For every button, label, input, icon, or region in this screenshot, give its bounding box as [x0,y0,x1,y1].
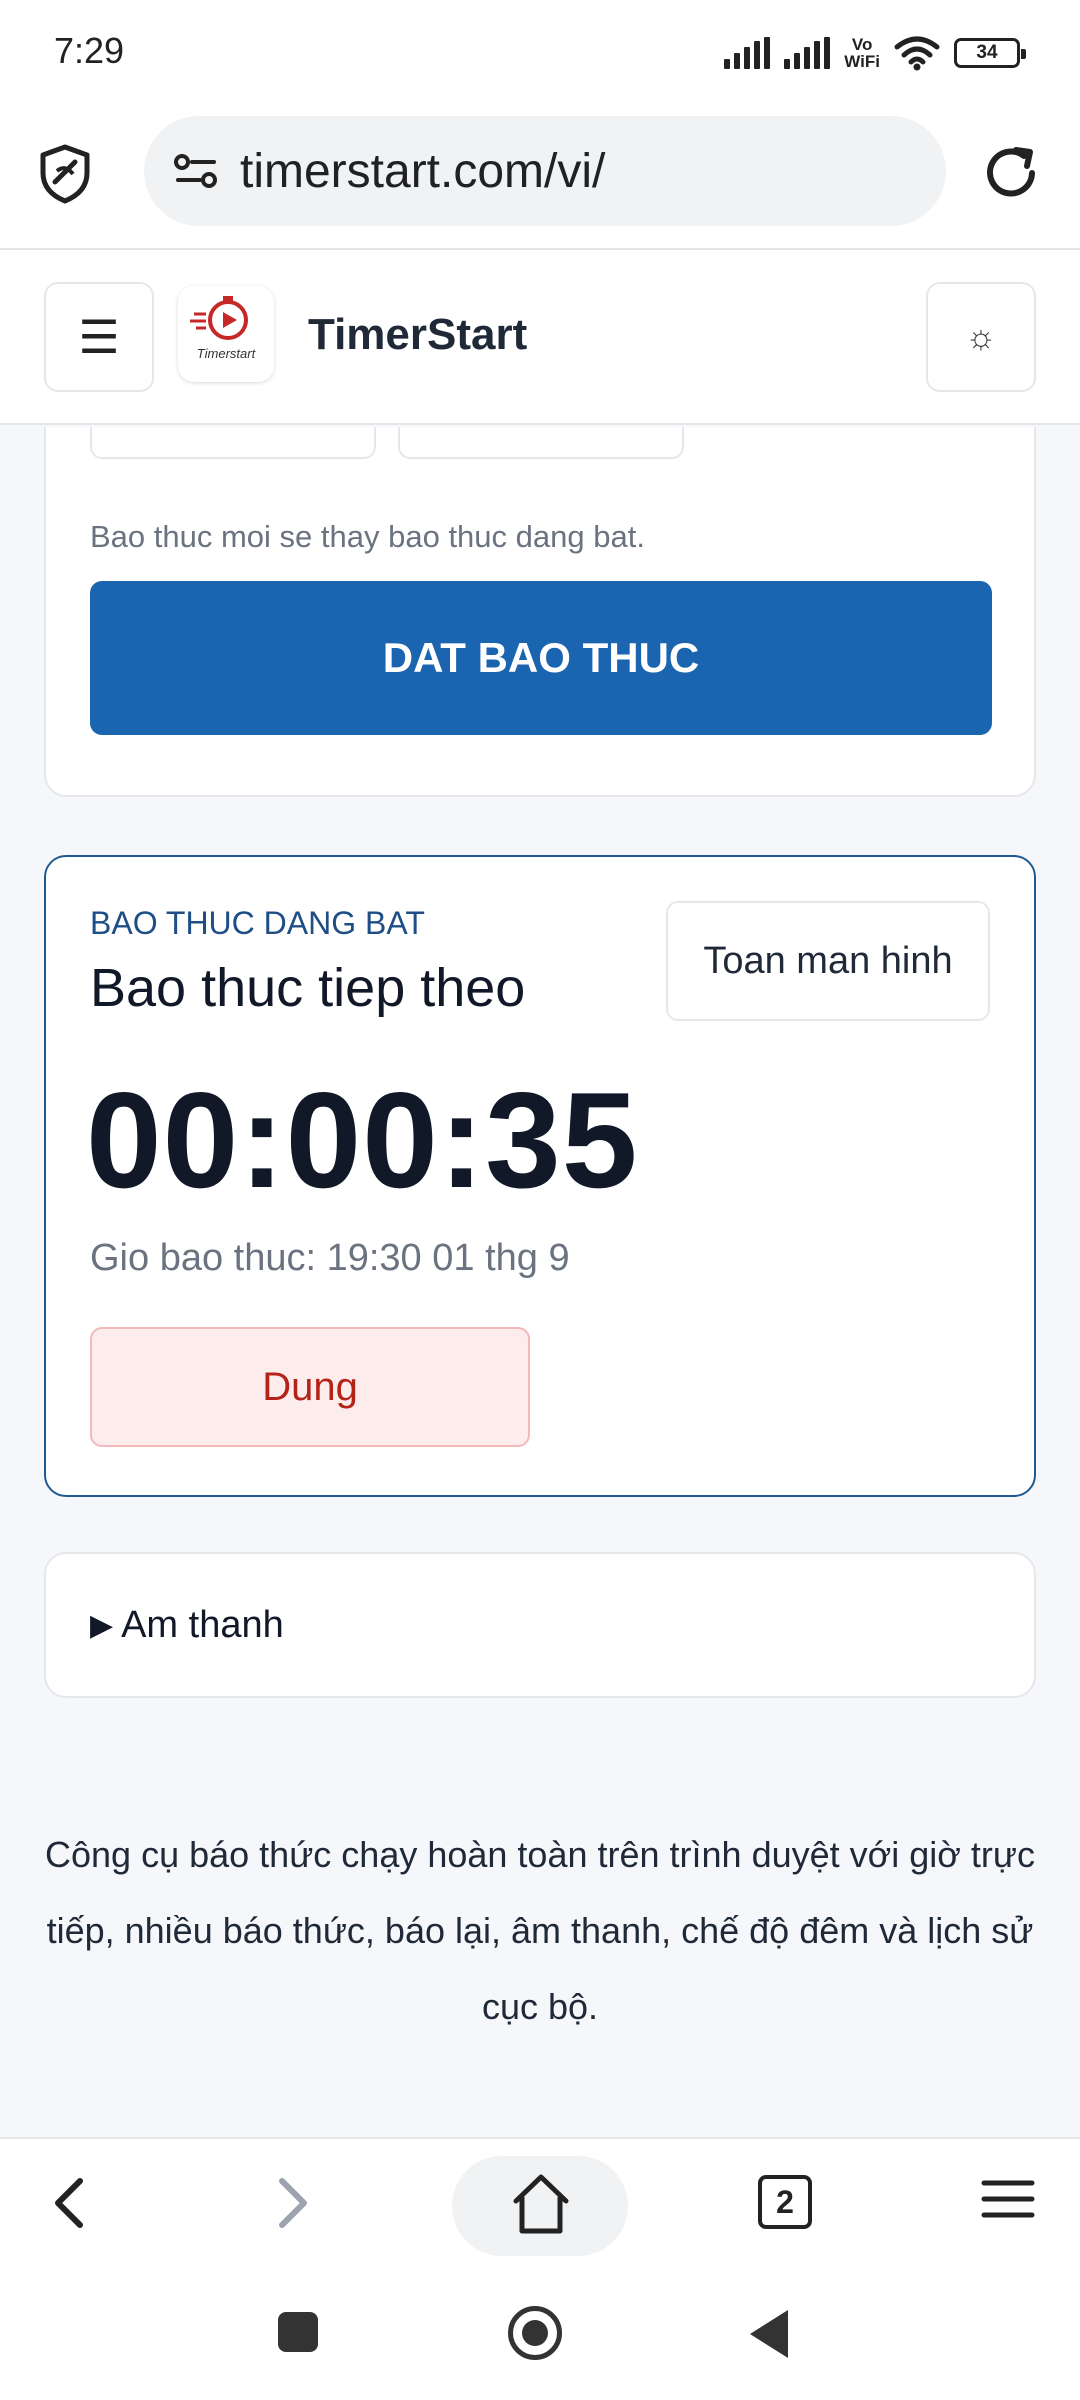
browser-menu-icon[interactable] [980,2177,1036,2221]
tabs-count-button[interactable]: 2 [758,2175,812,2229]
sound-section-label: Am thanh [121,1603,284,1646]
alarm-time-text: Gio bao thuc: 19:30 01 thg 9 [90,1237,570,1279]
browser-bottom-nav: 2 [0,2137,1080,2270]
page-content: Bao thuc moi se thay bao thuc dang bat. … [0,427,1080,2137]
vowifi-icon: Vo WiFi [844,35,880,71]
replace-alarm-note: Bao thuc moi se thay bao thuc dang bat. [90,519,645,554]
countdown-display: 00:00:35 [86,1064,639,1216]
menu-button[interactable]: ☰ [44,282,154,392]
system-home-icon[interactable] [508,2306,562,2360]
logo-text: Timerstart [196,346,256,361]
theme-toggle-button[interactable]: ☼ [926,282,1036,392]
stopwatch-logo-icon [190,296,248,340]
forward-arrow-icon[interactable] [262,2167,322,2239]
wifi-icon [894,36,940,71]
signal-icon [724,37,771,69]
shield-icon[interactable] [38,144,92,204]
status-icons: Vo WiFi 34 [724,30,1026,76]
site-title[interactable]: TimerStart [308,310,527,360]
site-header: ☰ Timerstart TimerStart ☼ [0,250,1080,425]
stop-button[interactable]: Dung [90,1327,530,1447]
site-settings-icon[interactable] [174,152,218,190]
fullscreen-button[interactable]: Toan man hinh [666,901,990,1021]
signal-icon-2 [784,37,831,69]
time-input-stub[interactable] [90,427,376,459]
browser-url-bar: timerstart.com/vi/ [0,110,1080,250]
reload-icon[interactable] [980,142,1042,204]
url-field[interactable]: timerstart.com/vi/ [144,116,946,226]
url-text[interactable]: timerstart.com/vi/ [240,144,605,199]
expand-triangle-icon: ▶ [90,1608,114,1642]
active-alarm-title: Bao thuc tiep theo [90,958,526,1018]
sound-section-toggle[interactable]: ▶ Am thanh [44,1552,1036,1698]
set-alarm-button[interactable]: DAT BAO THUC [90,581,992,735]
battery-level: 34 [976,42,998,63]
footer-description: Công cụ báo thức chạy hoàn toàn trên trì… [45,1834,1035,2027]
recent-apps-icon[interactable] [278,2312,318,2352]
status-bar: 7:29 Vo WiFi 34 [0,0,1080,110]
home-icon[interactable] [510,2171,572,2237]
site-logo[interactable]: Timerstart [178,286,274,382]
date-input-stub[interactable] [398,427,684,459]
set-alarm-card: Bao thuc moi se thay bao thuc dang bat. … [44,427,1036,797]
system-back-icon[interactable] [750,2310,788,2358]
active-alarm-label: BAO THUC DANG BAT [90,905,425,941]
back-arrow-icon[interactable] [40,2167,100,2239]
active-alarm-card: BAO THUC DANG BAT Bao thuc tiep theo Toa… [44,855,1036,1497]
system-nav-bar [0,2270,1080,2400]
battery-icon: 34 [954,38,1026,68]
status-time: 7:29 [54,30,125,71]
